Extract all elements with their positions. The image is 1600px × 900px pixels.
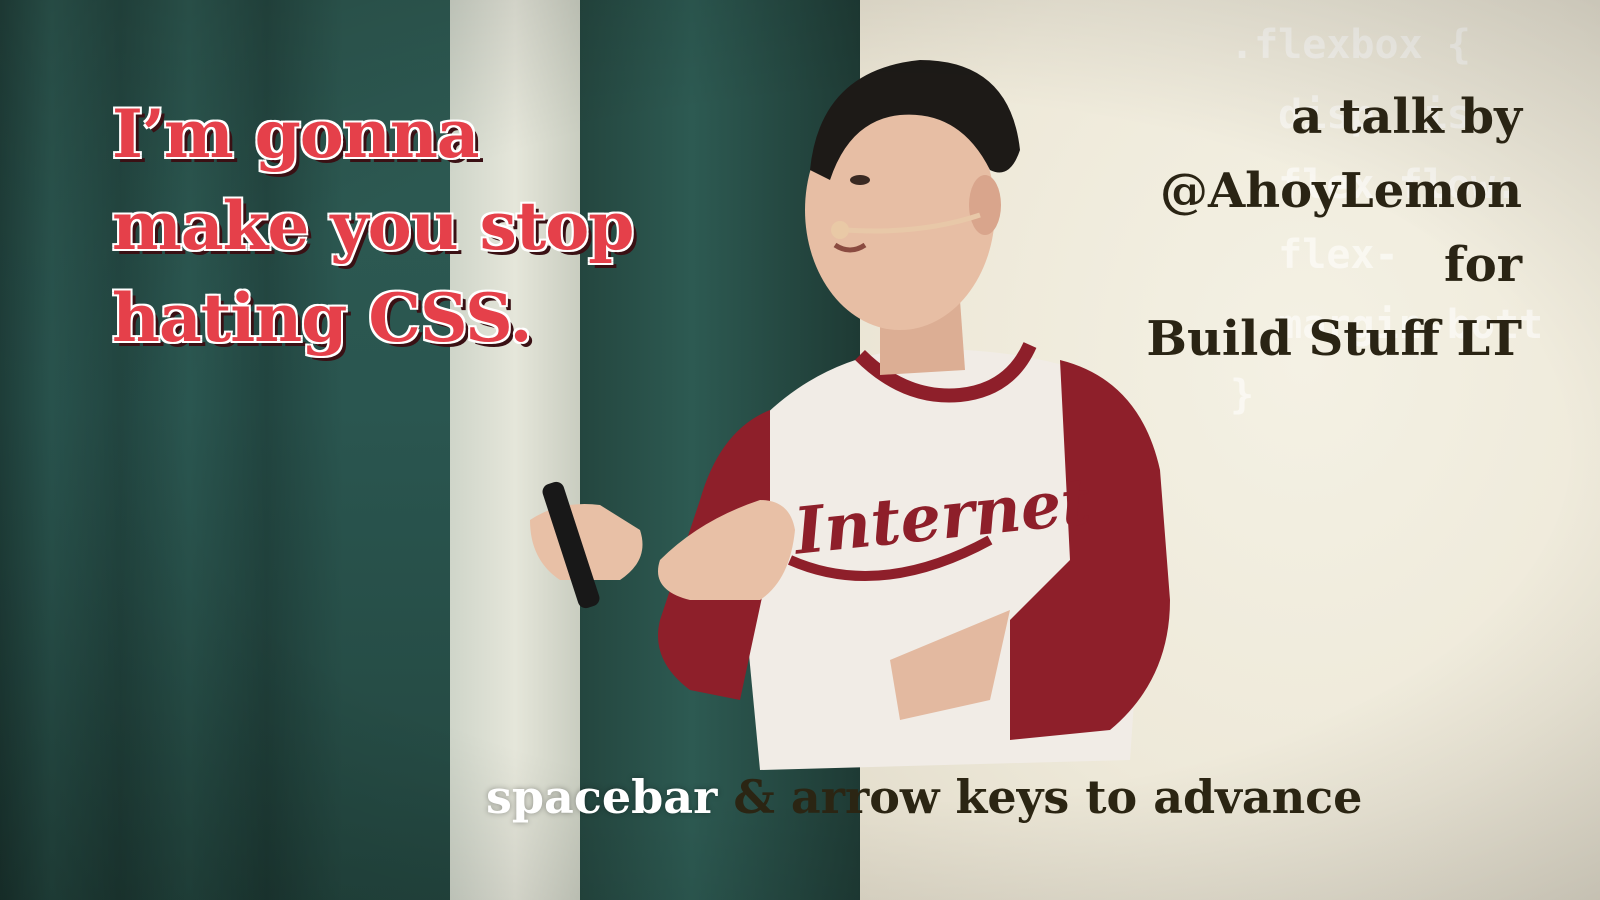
talk-title: I’m gonna make you stop hating CSS. — [112, 88, 812, 364]
ear — [969, 175, 1001, 235]
hand-right — [658, 500, 795, 600]
byline-author: @AhoyLemon — [1159, 163, 1522, 219]
eye — [850, 175, 870, 185]
hint-text: & arrow keys to advance — [717, 770, 1363, 824]
byline-line: for — [1444, 237, 1522, 293]
title-line: I’m gonna — [112, 95, 480, 173]
navigation-hint: spacebar & arrow keys to advance — [486, 770, 1536, 824]
title-line: hating CSS. — [112, 279, 532, 357]
byline-event: Build Stuff LT — [1146, 311, 1522, 367]
spacebar-key-label: spacebar — [486, 770, 718, 824]
mic-tip — [831, 221, 849, 239]
talk-byline: a talk by @AhoyLemon for Build Stuff LT — [1002, 80, 1522, 376]
title-line: make you stop — [112, 187, 634, 265]
byline-line: a talk by — [1291, 89, 1522, 145]
slide: .flexbox { disp is flex-flow: flex- marg… — [0, 0, 1600, 900]
